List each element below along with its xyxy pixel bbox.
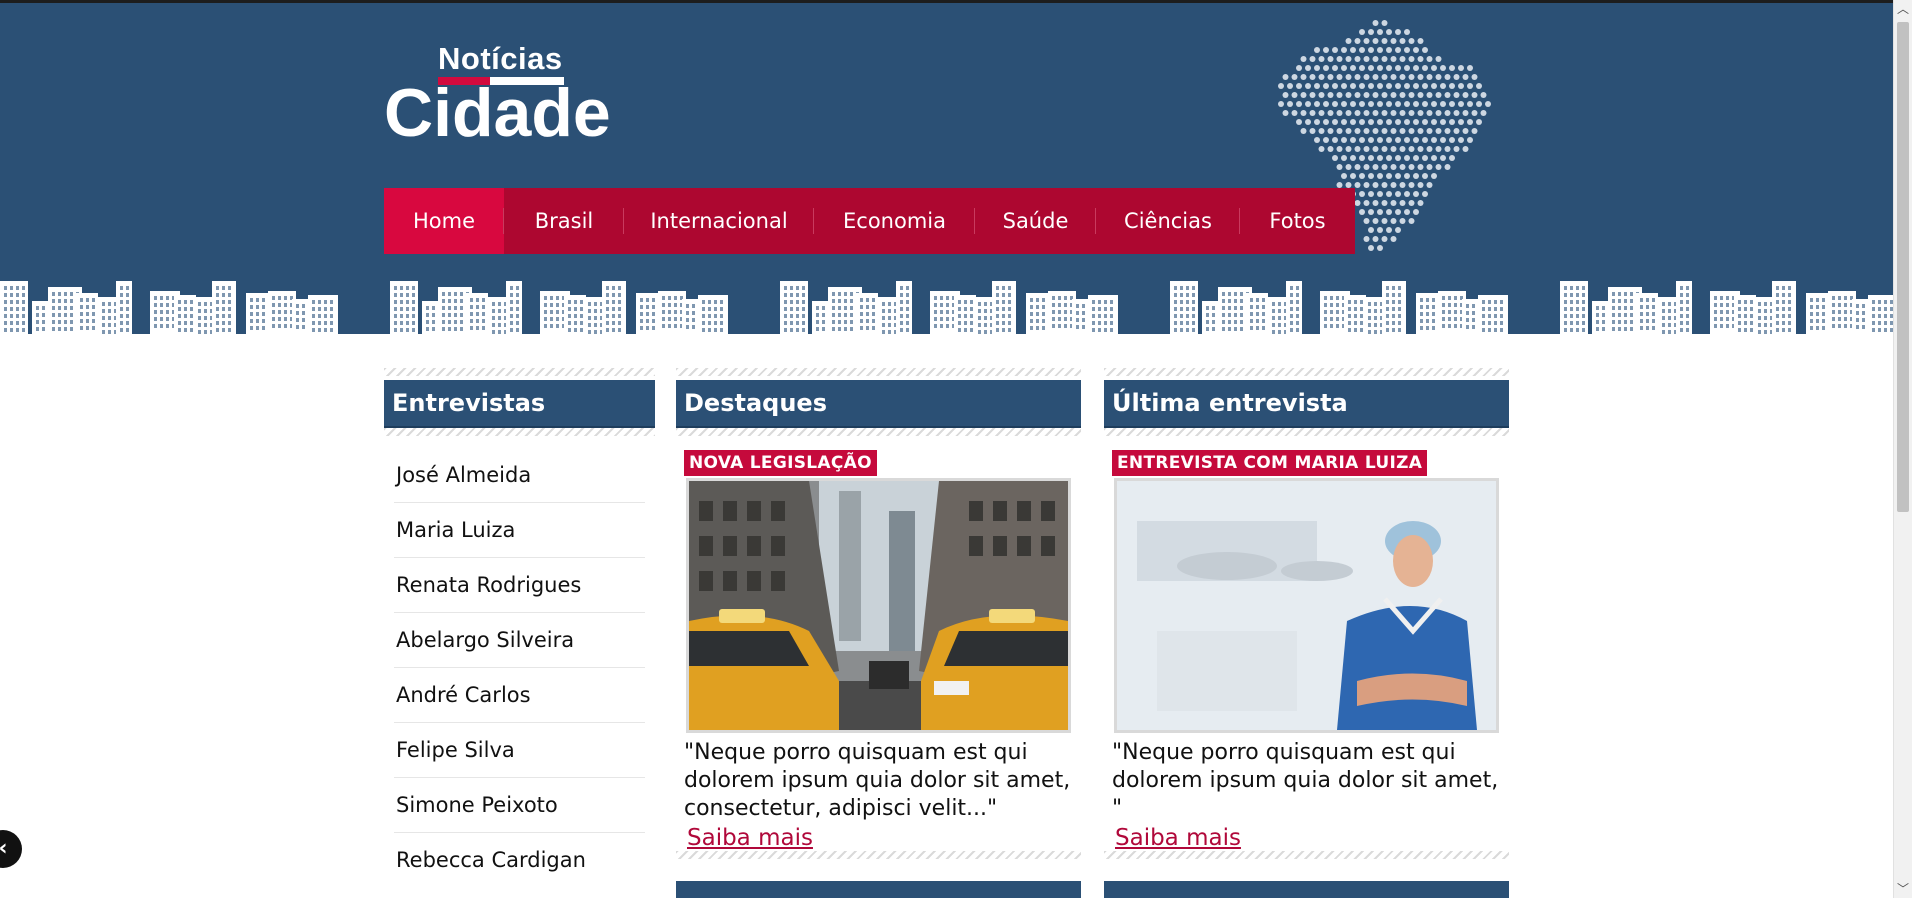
latest-interview-column: Última entrevista ENTREVISTA COM MARIA L… bbox=[1104, 368, 1509, 851]
nav-fotos[interactable]: Fotos bbox=[1240, 188, 1355, 254]
next-section-header bbox=[1104, 881, 1509, 898]
hatch-divider bbox=[676, 368, 1081, 376]
back-arrow-icon[interactable]: ‹ bbox=[0, 830, 22, 868]
scroll-up-arrow-icon[interactable]: ︿ bbox=[1894, 0, 1912, 18]
nav-label: Ciências bbox=[1124, 209, 1212, 233]
nav-ciencias[interactable]: Ciências bbox=[1096, 188, 1240, 254]
nav-label: Home bbox=[412, 209, 475, 233]
nav-saude[interactable]: Saúde bbox=[975, 188, 1096, 254]
nav-label: Economia bbox=[843, 209, 946, 233]
next-section-header bbox=[676, 881, 1081, 898]
highlight-quote: "Neque porro quisquam est qui dolorem ip… bbox=[684, 740, 1071, 821]
interviews-column: Entrevistas José Almeida Maria Luiza Ren… bbox=[384, 368, 655, 887]
latest-interview-quote: "Neque porro quisquam est qui dolorem ip… bbox=[1112, 740, 1499, 821]
read-more-link[interactable]: Saiba mais bbox=[1115, 825, 1241, 851]
scroll-thumb[interactable] bbox=[1897, 22, 1909, 512]
interview-item[interactable]: Renata Rodrigues bbox=[394, 558, 645, 613]
logo-top-text: Notícias bbox=[438, 41, 563, 76]
hatch-divider bbox=[676, 428, 1081, 436]
interview-item[interactable]: Simone Peixoto bbox=[394, 778, 645, 833]
interview-item[interactable]: Abelargo Silveira bbox=[394, 613, 645, 668]
nav-label: Saúde bbox=[1002, 209, 1069, 233]
hatch-divider bbox=[384, 428, 655, 436]
hatch-divider bbox=[1104, 851, 1509, 859]
taxi-street-image bbox=[689, 481, 1068, 730]
nav-label: Fotos bbox=[1269, 209, 1326, 233]
interview-item[interactable]: José Almeida bbox=[394, 448, 645, 503]
interview-item[interactable]: Maria Luiza bbox=[394, 503, 645, 558]
nav-brasil[interactable]: Brasil bbox=[504, 188, 624, 254]
highlights-column: Destaques NOVA LEGISLAÇÃO "Neque porro q… bbox=[676, 368, 1081, 851]
site-header: Notícias Cidade Home Brasil Internaciona… bbox=[0, 0, 1894, 351]
nav-home[interactable]: Home bbox=[384, 188, 504, 254]
taxi-street-photo[interactable] bbox=[686, 478, 1071, 733]
interview-item[interactable]: Rebecca Cardigan bbox=[394, 833, 645, 887]
doctor-photo[interactable] bbox=[1114, 478, 1499, 733]
hatch-divider bbox=[1104, 368, 1509, 376]
nav-internacional[interactable]: Internacional bbox=[624, 188, 814, 254]
hatch-divider bbox=[676, 851, 1081, 859]
interview-item[interactable]: André Carlos bbox=[394, 668, 645, 723]
scroll-down-arrow-icon[interactable]: ﹀ bbox=[1894, 880, 1912, 898]
site-logo[interactable]: Notícias Cidade bbox=[384, 41, 614, 151]
latest-interview-title: Última entrevista bbox=[1104, 380, 1509, 428]
doctor-image bbox=[1117, 481, 1496, 730]
nav-economia[interactable]: Economia bbox=[814, 188, 975, 254]
interview-item[interactable]: Felipe Silva bbox=[394, 723, 645, 778]
page-scrollbar[interactable]: ︿ ﹀ bbox=[1893, 0, 1912, 898]
interviews-list: José Almeida Maria Luiza Renata Rodrigue… bbox=[384, 448, 655, 887]
main-nav: Home Brasil Internacional Economia Saúde… bbox=[384, 188, 1355, 254]
highlight-badge: NOVA LEGISLAÇÃO bbox=[684, 450, 877, 476]
nav-label: Internacional bbox=[650, 209, 788, 233]
interviews-title: Entrevistas bbox=[384, 380, 655, 428]
nav-label: Brasil bbox=[534, 209, 594, 233]
logo-main-text: Cidade bbox=[384, 75, 611, 151]
highlights-title: Destaques bbox=[676, 380, 1081, 428]
read-more-link[interactable]: Saiba mais bbox=[687, 825, 813, 851]
city-skyline-graphic bbox=[0, 281, 1894, 351]
hatch-divider bbox=[384, 368, 655, 376]
latest-interview-badge: ENTREVISTA COM MARIA LUIZA bbox=[1112, 450, 1428, 476]
hatch-divider bbox=[1104, 428, 1509, 436]
